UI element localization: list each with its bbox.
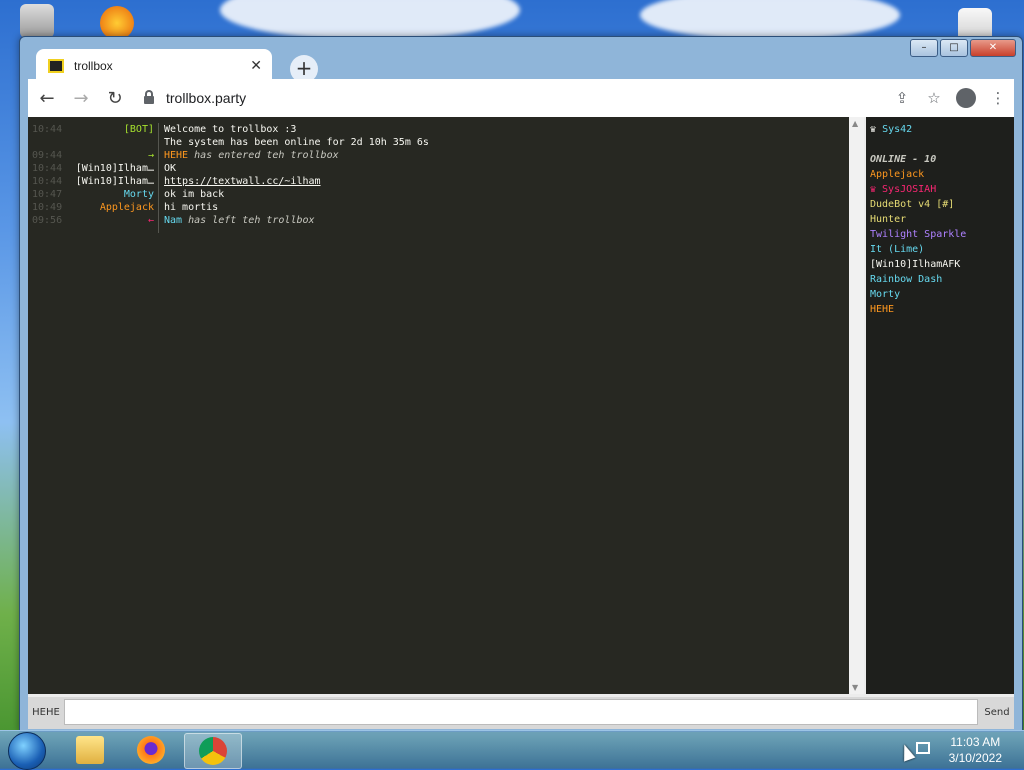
event-text: has entered teh trollbox (194, 150, 339, 161)
user-list-item[interactable]: Morty (870, 288, 900, 301)
event-text: has left teh trollbox (188, 215, 315, 226)
recycle-bin-icon[interactable] (20, 4, 54, 38)
tab-close-icon[interactable]: ✕ (250, 58, 262, 74)
message-text: hi mortis (164, 202, 219, 213)
message-time: 10:47 (32, 189, 63, 200)
taskbar-chrome[interactable] (184, 733, 242, 769)
message-time: 10:44 (32, 124, 63, 135)
input-bar: HEHE Send (28, 697, 1014, 729)
column-divider (158, 123, 159, 233)
message-text: The system has been online for 2d 10h 35… (164, 137, 429, 148)
message-nick[interactable]: [BOT] (70, 123, 154, 136)
chrome-icon (199, 737, 227, 765)
desktop-cloud (220, 0, 520, 40)
message-input[interactable] (64, 699, 978, 725)
message-time: 09:44 (32, 150, 63, 161)
user-list-item[interactable]: ♛ SysJOSIAH (870, 183, 936, 196)
network-icon[interactable] (916, 742, 930, 754)
tab-trollbox[interactable]: trollbox ✕ (36, 49, 272, 83)
lock-icon (144, 90, 154, 104)
clock-date: 3/10/2022 (948, 751, 1002, 765)
desktop-cloud (640, 0, 900, 40)
forward-arrow-icon[interactable]: → (66, 88, 96, 109)
message-time: 09:56 (32, 215, 63, 226)
message-time: 10:44 (32, 176, 63, 187)
user-list-item[interactable]: Hunter (870, 213, 906, 226)
online-users-panel: ♛ Sys42 ONLINE - 10 Applejack ♛ SysJOSIAH… (866, 117, 1014, 694)
message-nick[interactable]: [Win10]Ilham… (70, 162, 154, 175)
tab-strip: trollbox ✕ + (28, 45, 1014, 83)
self-user-name: Sys42 (882, 124, 913, 135)
taskbar-firefox[interactable] (123, 733, 179, 767)
taskbar-explorer[interactable] (62, 733, 118, 767)
clock-time: 11:03 AM (950, 735, 1001, 749)
self-user[interactable]: ♛ Sys42 (870, 123, 912, 136)
user-list-item[interactable]: Applejack (870, 168, 924, 181)
message-time: 10:49 (32, 202, 63, 213)
message-text: HEHE has entered teh trollbox (164, 149, 339, 162)
message-text: Nam has left teh trollbox (164, 214, 315, 227)
page-content: 10:44 [BOT] Welcome to trollbox :3 The syst… (28, 117, 1014, 729)
message-time: 10:44 (32, 163, 63, 174)
clock[interactable]: 11:03 AM 3/10/2022 (949, 734, 1002, 766)
scroll-down-icon[interactable]: ▼ (852, 683, 858, 692)
message-nick[interactable]: Morty (70, 188, 154, 201)
user-list-item[interactable]: HEHE (870, 303, 894, 316)
firefox-desktop-icon[interactable] (100, 6, 134, 40)
message-text[interactable]: https://textwall.cc/~ilham (164, 175, 321, 188)
message-text: OK (164, 163, 177, 174)
chat-log[interactable]: 10:44 [BOT] Welcome to trollbox :3 The syst… (28, 117, 849, 694)
user-list-item[interactable]: DudeBot v4 [#] (870, 198, 954, 211)
message-text: ok im back (164, 189, 225, 200)
user-list-item[interactable]: It (Lime) (870, 243, 924, 256)
menu-kebab-icon[interactable]: ⋮ (982, 89, 1014, 107)
back-arrow-icon[interactable]: ← (32, 88, 62, 109)
message-actor[interactable]: HEHE (164, 150, 188, 161)
crown-icon: ♛ (870, 124, 877, 135)
address-bar[interactable]: trollbox.party (144, 90, 886, 106)
send-button[interactable]: Send (980, 699, 1014, 727)
firefox-icon (137, 736, 165, 764)
user-list-item[interactable]: [Win10]IlhamAFK (870, 258, 960, 271)
reload-icon[interactable]: ↻ (100, 88, 130, 109)
folder-icon (76, 736, 104, 764)
start-button[interactable] (8, 732, 46, 770)
address-text: trollbox.party (166, 90, 247, 106)
tab-title: trollbox (74, 59, 113, 73)
message-nick[interactable]: ← (70, 214, 154, 227)
browser-toolbar: ← → ↻ trollbox.party ⇪ ☆ ⋮ (28, 79, 1014, 117)
bookmark-star-icon[interactable]: ☆ (918, 89, 950, 107)
user-list-item[interactable]: Twilight Sparkle (870, 228, 966, 241)
share-icon[interactable]: ⇪ (886, 89, 918, 107)
message-actor[interactable]: Nam (164, 215, 182, 226)
trollbox-favicon-icon (48, 59, 64, 73)
browser-window: – □ ✕ trollbox ✕ + ← → ↻ trollbox.party … (19, 36, 1023, 732)
user-list-item[interactable]: Rainbow Dash (870, 273, 942, 286)
message-text: Welcome to trollbox :3 (164, 124, 297, 135)
nickname-button[interactable]: HEHE (28, 699, 64, 727)
message-nick[interactable]: → (70, 149, 154, 162)
taskbar: 11:03 AM 3/10/2022 (0, 730, 1024, 770)
online-count: ONLINE - 10 (870, 154, 937, 165)
scroll-up-icon[interactable]: ▲ (852, 119, 858, 128)
message-nick[interactable]: [Win10]Ilham… (70, 175, 154, 188)
profile-avatar-icon[interactable] (956, 88, 976, 108)
message-nick[interactable]: Applejack (70, 201, 154, 214)
chat-scrollbar[interactable]: ▲ ▼ (849, 117, 864, 694)
